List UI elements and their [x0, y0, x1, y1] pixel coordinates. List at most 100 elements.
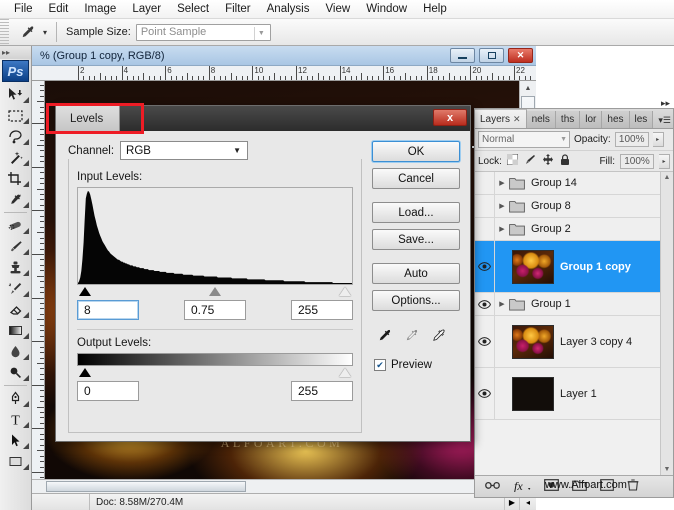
- layer-thumbnail[interactable]: [512, 249, 554, 284]
- eye-visible-icon[interactable]: [475, 293, 495, 315]
- levels-close-button[interactable]: x: [433, 109, 467, 126]
- eye-hidden-icon[interactable]: [475, 218, 495, 240]
- ok-button[interactable]: OK: [372, 141, 460, 162]
- magic-wand-tool-icon[interactable]: [0, 147, 31, 168]
- history-brush-tool-icon[interactable]: [0, 278, 31, 299]
- cancel-button[interactable]: Cancel: [372, 168, 460, 189]
- link-layers-icon[interactable]: [485, 480, 500, 494]
- group-expand-triangle-icon[interactable]: ▶: [495, 179, 509, 187]
- scroll-up-arrow-icon[interactable]: ▲: [520, 81, 536, 95]
- eyedropper-icon[interactable]: [15, 21, 41, 43]
- table-row[interactable]: ▶ Group 14: [475, 172, 673, 195]
- menu-item-help[interactable]: Help: [415, 1, 455, 17]
- table-row[interactable]: Layer 3 copy 4: [475, 316, 673, 368]
- panel-menu-button[interactable]: ▾☰: [658, 115, 671, 126]
- eye-hidden-icon[interactable]: [475, 195, 495, 217]
- set-black-point-icon[interactable]: [376, 327, 393, 347]
- restore-button[interactable]: [479, 48, 504, 63]
- menu-item-filter[interactable]: Filter: [217, 1, 259, 17]
- close-icon[interactable]: ✕: [513, 114, 521, 125]
- group-expand-triangle-icon[interactable]: ▶: [495, 300, 509, 308]
- input-gamma-marker[interactable]: [209, 287, 222, 296]
- fill-value[interactable]: 100%: [620, 153, 654, 169]
- zoom-level-field[interactable]: [32, 494, 90, 510]
- table-row[interactable]: ▶ Group 8: [475, 195, 673, 218]
- canvas-horizontal-scrollbar[interactable]: [32, 479, 519, 493]
- horizontal-scroll-thumb[interactable]: [46, 481, 246, 492]
- panel-tab-les[interactable]: les: [629, 111, 654, 128]
- opacity-value[interactable]: 100%: [614, 132, 649, 147]
- blur-tool-icon[interactable]: [0, 341, 31, 362]
- minimize-button[interactable]: [450, 48, 475, 63]
- clone-stamp-tool-icon[interactable]: [0, 257, 31, 278]
- table-row[interactable]: Layer 1: [475, 368, 673, 420]
- eye-visible-icon[interactable]: [475, 241, 495, 292]
- eye-visible-icon[interactable]: [475, 368, 495, 419]
- lock-image-icon[interactable]: [524, 154, 536, 168]
- layer-style-fx-icon[interactable]: fx: [513, 479, 531, 495]
- group-expand-triangle-icon[interactable]: ▶: [495, 202, 509, 210]
- layers-scrollbar[interactable]: ▲ ▼: [660, 172, 673, 475]
- dodge-tool-icon[interactable]: [0, 362, 31, 383]
- menu-item-file[interactable]: File: [6, 1, 41, 17]
- menu-item-edit[interactable]: Edit: [41, 1, 77, 17]
- output-black-field[interactable]: 0: [77, 381, 139, 401]
- output-white-field[interactable]: 255: [291, 381, 353, 401]
- panel-tab-hes[interactable]: hes: [602, 111, 630, 128]
- close-button[interactable]: ✕: [508, 48, 533, 63]
- tool-preset-caret-icon[interactable]: ▾: [43, 28, 47, 37]
- options-bar-grip[interactable]: [0, 18, 9, 46]
- save-button[interactable]: Save...: [372, 229, 460, 250]
- table-row[interactable]: ▶ Group 1: [475, 293, 673, 316]
- table-row[interactable]: ▶ Group 2: [475, 218, 673, 241]
- panel-expand-icon[interactable]: ▸▸: [661, 98, 670, 109]
- input-levels-slider[interactable]: [77, 286, 353, 298]
- preview-checkbox[interactable]: ✔: [374, 359, 386, 371]
- load-button[interactable]: Load...: [372, 202, 460, 223]
- options-button[interactable]: Options...: [372, 290, 460, 311]
- eye-hidden-icon[interactable]: [475, 172, 495, 194]
- input-white-marker[interactable]: [339, 287, 351, 296]
- lasso-tool-icon[interactable]: [0, 126, 31, 147]
- menu-item-view[interactable]: View: [317, 1, 358, 17]
- menu-item-window[interactable]: Window: [358, 1, 415, 17]
- toolbox-collapse-button[interactable]: ▸▸: [0, 46, 31, 59]
- panel-tab-nels[interactable]: nels: [526, 111, 556, 128]
- fill-stepper-icon[interactable]: ▸: [659, 153, 670, 169]
- shape-tool-icon[interactable]: [0, 451, 31, 472]
- layer-thumbnail[interactable]: [512, 376, 554, 411]
- input-white-field[interactable]: 255: [291, 300, 353, 320]
- menu-item-select[interactable]: Select: [169, 1, 217, 17]
- table-row[interactable]: Group 1 copy: [475, 241, 673, 293]
- document-title-bar[interactable]: % (Group 1 copy, RGB/8) ✕: [32, 46, 536, 66]
- type-tool-icon[interactable]: T: [0, 409, 31, 430]
- lock-position-icon[interactable]: [542, 154, 554, 168]
- output-levels-slider[interactable]: [77, 367, 353, 379]
- lock-all-icon[interactable]: [560, 153, 570, 169]
- input-black-marker[interactable]: [79, 287, 91, 296]
- input-black-field[interactable]: 8: [77, 300, 139, 320]
- path-selection-tool-icon[interactable]: [0, 430, 31, 451]
- preview-row[interactable]: ✔ Preview: [374, 359, 460, 371]
- scroll-up-arrow-icon[interactable]: ▲: [664, 174, 671, 181]
- set-gray-point-icon[interactable]: [403, 327, 420, 347]
- panel-tab-lor[interactable]: lor: [580, 111, 603, 128]
- menu-item-image[interactable]: Image: [76, 1, 124, 17]
- menu-item-layer[interactable]: Layer: [124, 1, 169, 17]
- eyedropper-tool-icon[interactable]: [0, 189, 31, 210]
- blend-mode-select[interactable]: Normal ▼: [478, 131, 570, 148]
- gradient-tool-icon[interactable]: [0, 320, 31, 341]
- channel-select[interactable]: RGB ▼: [120, 141, 249, 160]
- menu-item-analysis[interactable]: Analysis: [259, 1, 318, 17]
- delete-layer-icon[interactable]: [627, 479, 639, 494]
- set-white-point-icon[interactable]: [430, 327, 447, 347]
- scroll-down-arrow-icon[interactable]: ▼: [664, 466, 671, 473]
- sample-size-select[interactable]: Point Sample ▼: [135, 23, 271, 41]
- lock-transparent-icon[interactable]: [506, 153, 519, 168]
- pen-tool-icon[interactable]: [0, 388, 31, 409]
- crop-tool-icon[interactable]: [0, 168, 31, 189]
- eye-visible-icon[interactable]: [475, 316, 495, 367]
- auto-button[interactable]: Auto: [372, 263, 460, 284]
- marquee-tool-icon[interactable]: [0, 105, 31, 126]
- eraser-tool-icon[interactable]: [0, 299, 31, 320]
